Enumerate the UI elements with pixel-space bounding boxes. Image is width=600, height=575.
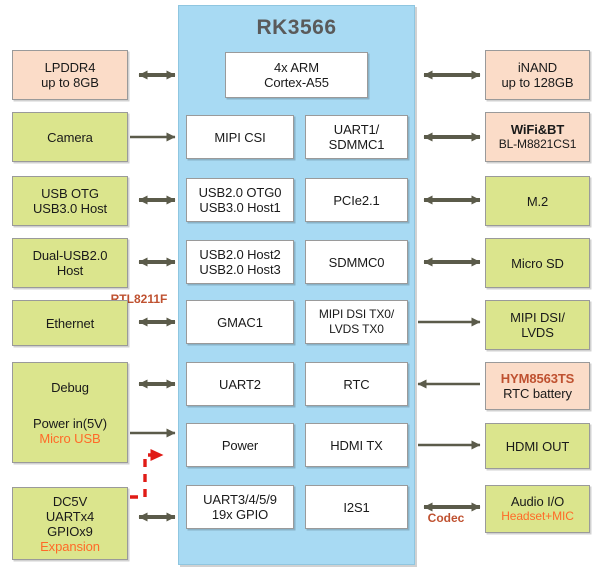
block-label: SDMMC0 <box>328 254 385 270</box>
block-label: UART1/ <box>333 122 380 137</box>
soc-block-cpu: 4x ARM Cortex-A55 <box>225 52 368 98</box>
expansion-label: Expansion <box>40 538 100 554</box>
peripheral-ethernet: Ethernet <box>12 300 128 346</box>
soc-block-hdmi-tx: HDMI TX <box>305 423 408 467</box>
block-label: GMAC1 <box>217 314 263 330</box>
headset-mic-label: Headset+MIC <box>501 509 574 523</box>
peripheral-audio-io: Audio I/O Headset+MIC <box>485 485 590 533</box>
block-diagram: RK3566 RTL8211F Codec 4x ARM Cortex-A55 … <box>0 0 600 575</box>
peripheral-mipi-dsi-lvds: MIPI DSI/ LVDS <box>485 300 590 350</box>
block-label: LPDDR4 <box>44 60 96 75</box>
debug-label: Debug <box>51 379 89 395</box>
connector-label-codec: Codec <box>427 511 465 525</box>
block-label: DC5V <box>52 493 88 509</box>
block-label: HDMI OUT <box>505 438 570 454</box>
block-label: USB3.0 Host <box>32 201 108 216</box>
block-label: BL-M8821CS1 <box>498 137 577 151</box>
soc-block-sdmmc0: SDMMC0 <box>305 240 408 284</box>
block-label: Micro SD <box>511 255 564 271</box>
block-label: HDMI TX <box>330 437 383 453</box>
block-label: RTC battery <box>503 386 572 401</box>
block-label: up to 8GB <box>41 75 99 90</box>
peripheral-expansion: DC5V UARTx4 GPIOx9 Expansion <box>12 487 128 560</box>
block-label: USB OTG <box>41 186 99 201</box>
block-label: Camera <box>47 129 93 145</box>
block-label: UART3/4/5/9 <box>203 492 277 507</box>
block-label: MIPI DSI/ <box>510 310 565 325</box>
soc-block-uart2: UART2 <box>186 362 294 406</box>
block-label: up to 128GB <box>501 75 574 90</box>
block-label: Ethernet <box>45 315 95 331</box>
soc-block-uart1-sdmmc1: UART1/ SDMMC1 <box>305 115 408 159</box>
soc-block-mipi-dsi-lvds-tx0: MIPI DSI TX0/ LVDS TX0 <box>305 300 408 344</box>
soc-block-gmac1: GMAC1 <box>186 300 294 344</box>
micro-usb-label: Micro USB <box>39 430 101 446</box>
block-label: HYM8563TS <box>500 371 575 386</box>
soc-block-cpu-line-0: 4x ARM <box>274 60 319 75</box>
soc-block-power: Power <box>186 423 294 467</box>
peripheral-usb-otg: USB OTG USB3.0 Host <box>12 176 128 226</box>
block-label: Power <box>221 437 259 453</box>
block-label: Dual-USB2.0 <box>32 248 108 263</box>
block-label: M.2 <box>526 193 549 209</box>
block-label: MIPI DSI TX0/ <box>318 307 395 321</box>
peripheral-inand: iNAND up to 128GB <box>485 50 590 100</box>
block-label: USB2.0 Host3 <box>199 262 281 277</box>
block-label: UART2 <box>219 376 261 392</box>
soc-block-usb2-host23: USB2.0 Host2 USB2.0 Host3 <box>186 240 294 284</box>
peripheral-camera: Camera <box>12 112 128 162</box>
peripheral-rtc-battery: HYM8563TS RTC battery <box>485 362 590 410</box>
soc-block-rtc: RTC <box>305 362 408 406</box>
block-label: LVDS <box>521 325 554 340</box>
block-label: LVDS TX0 <box>329 322 384 336</box>
block-label: USB2.0 OTG0 <box>198 185 282 200</box>
peripheral-m2: M.2 <box>485 176 590 226</box>
block-label: USB3.0 Host1 <box>199 200 281 215</box>
peripheral-lpddr4: LPDDR4 up to 8GB <box>12 50 128 100</box>
peripheral-hdmi-out: HDMI OUT <box>485 423 590 469</box>
block-label: USB2.0 Host2 <box>199 247 281 262</box>
peripheral-debug-powerin: Debug Power in(5V) Micro USB <box>12 362 128 463</box>
power-in-label: Power in(5V) <box>33 415 107 431</box>
block-label: Audio I/O <box>510 494 565 509</box>
peripheral-micro-sd: Micro SD <box>485 238 590 288</box>
block-label: iNAND <box>517 60 558 75</box>
peripheral-wifi-bt: WiFi&BT BL-M8821CS1 <box>485 112 590 162</box>
block-label: PCIe2.1 <box>333 192 380 208</box>
block-label: 19x GPIO <box>211 507 269 522</box>
soc-block-cpu-line-1: Cortex-A55 <box>264 75 329 90</box>
block-label: I2S1 <box>343 499 370 515</box>
block-label: UARTx4 <box>45 508 95 524</box>
soc-block-pcie21: PCIe2.1 <box>305 178 408 222</box>
soc-block-mipi-csi: MIPI CSI <box>186 115 294 159</box>
block-label: Host <box>56 263 84 278</box>
soc-block-uart3459-gpio: UART3/4/5/9 19x GPIO <box>186 485 294 529</box>
block-label: MIPI CSI <box>214 129 266 145</box>
block-label: GPIOx9 <box>47 523 93 539</box>
block-label: RTC <box>343 376 370 392</box>
block-label: WiFi&BT <box>510 122 565 137</box>
peripheral-dual-usb2: Dual-USB2.0 Host <box>12 238 128 288</box>
soc-block-i2s1: I2S1 <box>305 485 408 529</box>
block-label: SDMMC1 <box>328 137 385 152</box>
soc-block-usb2-otg0: USB2.0 OTG0 USB3.0 Host1 <box>186 178 294 222</box>
